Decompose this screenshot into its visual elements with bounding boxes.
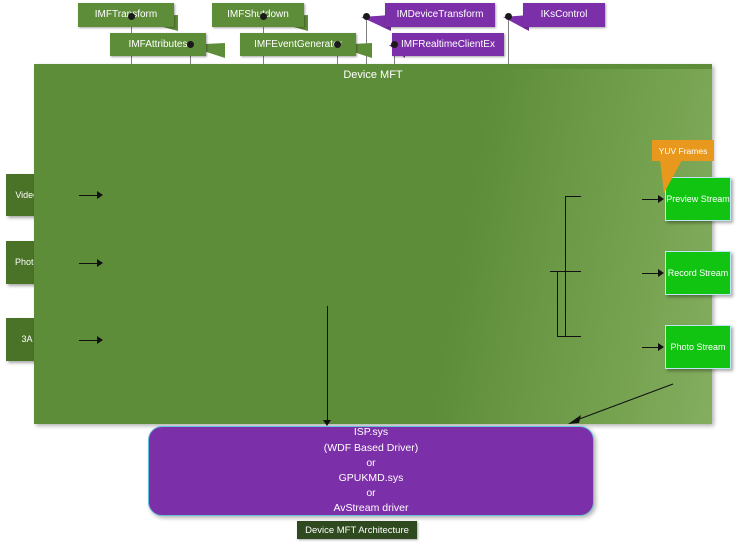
connector-post-photo xyxy=(557,336,581,337)
leader-dot-imfshutdown xyxy=(260,13,267,20)
yuv-frames-callout: YUV Frames xyxy=(652,140,714,161)
connector-post-record xyxy=(550,271,581,272)
interface-callout-imftransform[interactable]: IMFTransform xyxy=(78,3,174,27)
connector-vertical-post-2 xyxy=(557,271,558,336)
interface-label: IKsControl xyxy=(540,9,588,21)
yuv-callout-tail xyxy=(660,160,682,193)
arrow-postprocessing-to-driver xyxy=(568,383,674,424)
interface-base-bar xyxy=(34,64,712,69)
device-mft-panel: Device MFT xyxy=(34,64,712,424)
arrow-head-preview-stream xyxy=(658,195,664,203)
connector-post-preview xyxy=(565,196,581,197)
interface-callout-imfshutdown[interactable]: IMFShutdown xyxy=(212,3,304,27)
leader-dot-imfrealtimeclientex xyxy=(391,41,398,48)
leader-dot-imfeventgenerator xyxy=(334,41,341,48)
interface-callout-imfrealtimeclientex[interactable]: IMFRealtimeClientEx xyxy=(392,33,504,56)
leader-dot-imfattributes xyxy=(187,41,194,48)
interface-label: IMDeviceTransform xyxy=(396,9,484,21)
arrow-head-photo-out-stream xyxy=(658,343,664,351)
arrow-head-3a-stream xyxy=(97,336,103,344)
driver-box[interactable]: ISP.sys (WDF Based Driver) or GPUKMD.sys or A… xyxy=(148,426,594,516)
leader-dot-ikscontrol xyxy=(505,13,512,20)
output-stream-record[interactable]: Record Stream xyxy=(665,251,731,295)
output-stream-photo[interactable]: Photo Stream xyxy=(665,325,731,369)
arrow-line-preprocessing-to-driver xyxy=(327,306,328,424)
interface-label: IMFAttributes xyxy=(128,38,188,50)
arrow-head-photo-stream xyxy=(97,259,103,267)
interface-label: IMFShutdown xyxy=(227,9,289,21)
diagram-caption: Device MFT Architecture xyxy=(297,521,417,539)
arrow-head-preprocessing-to-driver xyxy=(323,420,331,426)
driver-label: ISP.sys (WDF Based Driver) or GPUKMD.sys or A… xyxy=(323,426,419,515)
device-mft-title: Device MFT xyxy=(343,69,403,81)
arrow-head-video-stream xyxy=(97,191,103,199)
leader-dot-imftransform xyxy=(128,13,135,20)
interface-label: IMFRealtimeClientEx xyxy=(401,38,495,50)
arrow-head-record-stream xyxy=(658,269,664,277)
interface-label: IMFEventGenerator xyxy=(254,38,342,50)
interface-callout-imdevicetransform[interactable]: IMDeviceTransform xyxy=(385,3,495,27)
interface-label: IMFTransform xyxy=(94,9,158,21)
leader-dot-imdevicetransform xyxy=(363,13,370,20)
interface-callout-ikscontrol[interactable]: IKsControl xyxy=(523,3,605,27)
connector-vertical-post xyxy=(565,196,566,336)
